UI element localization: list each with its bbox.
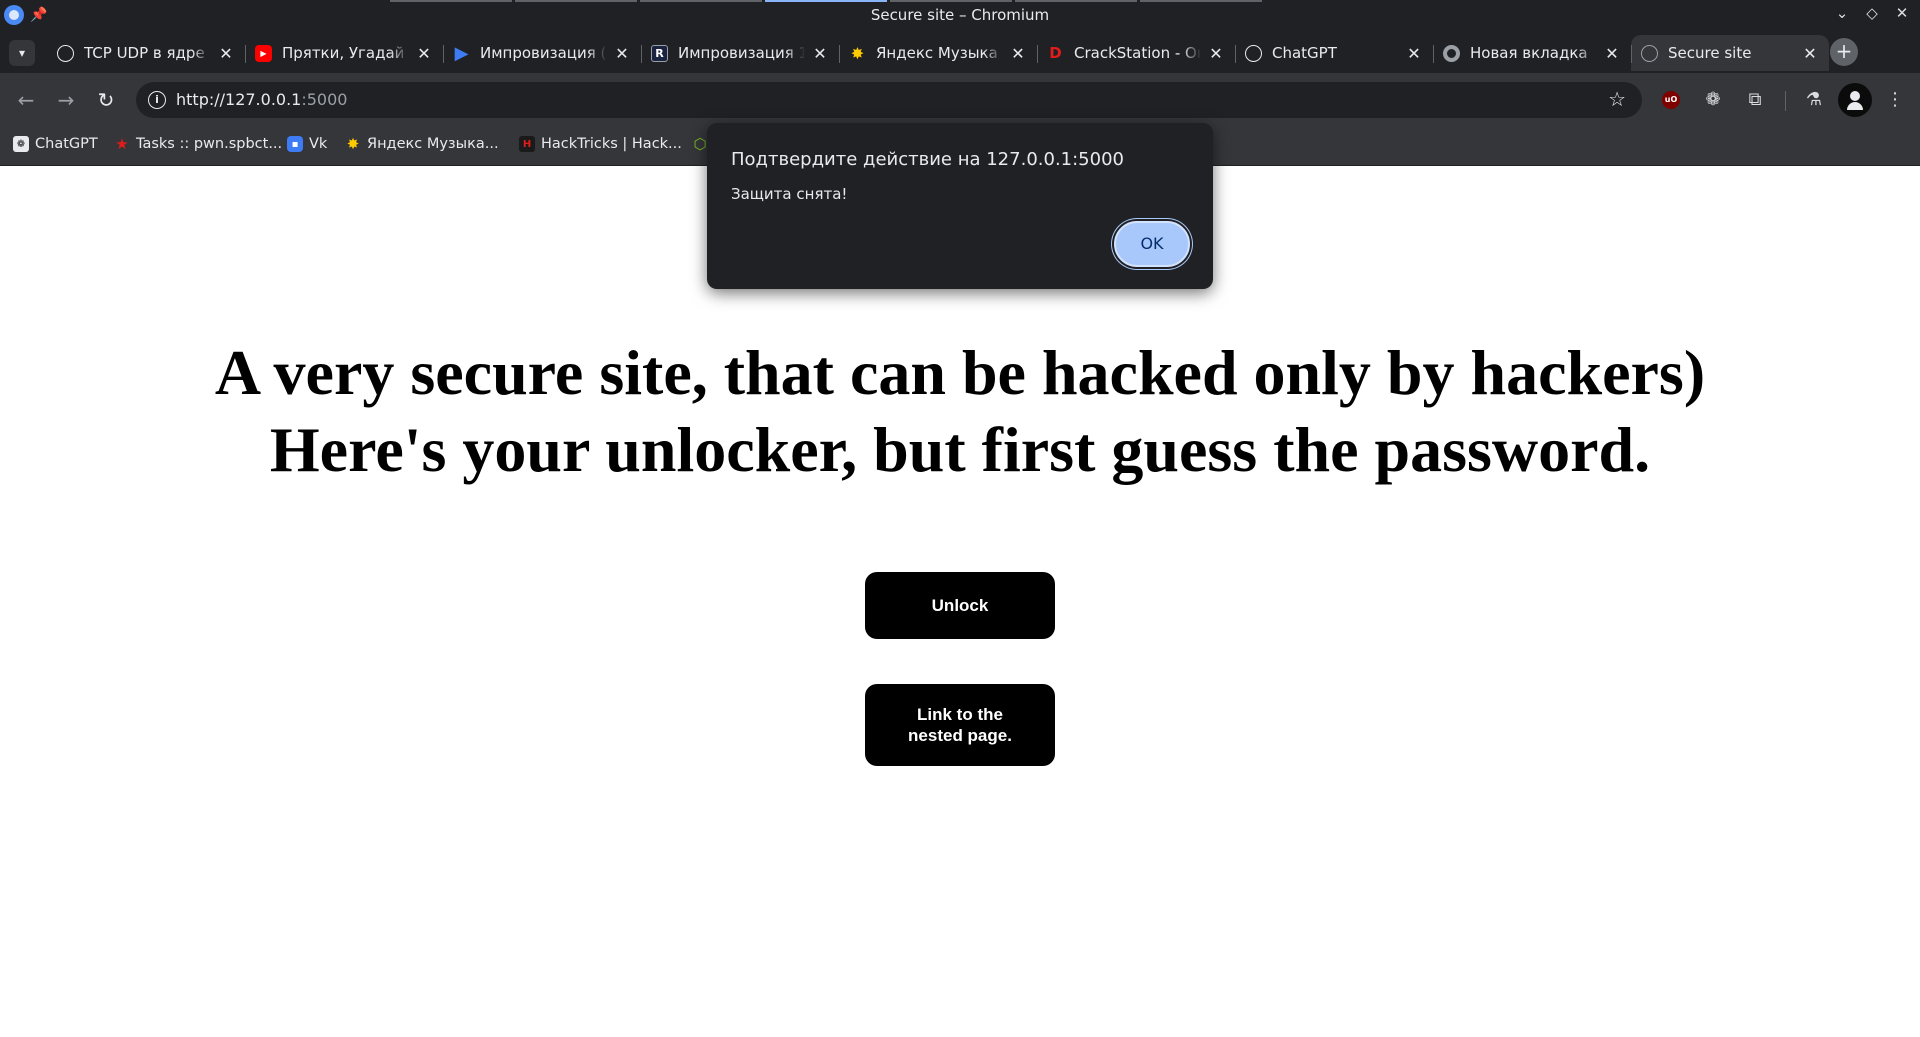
bookmark-vk[interactable]: ▪ Vk — [287, 136, 327, 152]
tab-crackstation[interactable]: D CrackStation - Onl ✕ — [1037, 35, 1235, 71]
tab-new-tab[interactable]: Новая вкладка ✕ — [1433, 35, 1631, 71]
star-icon: ★ — [115, 135, 129, 153]
toolbar-divider — [1785, 91, 1786, 111]
tab-label: Secure site — [1668, 44, 1752, 62]
bookmark-label: ChatGPT — [35, 136, 98, 152]
play-icon: ▶ — [454, 42, 469, 64]
youtube-icon: ▶ — [255, 44, 272, 62]
forward-arrow-icon[interactable]: → — [52, 86, 80, 114]
ublock-extension-icon[interactable]: uO — [1662, 91, 1680, 109]
chatgpt-icon: ❁ — [13, 136, 29, 152]
tab-search-button[interactable]: ▾ — [9, 40, 35, 66]
tab-label: Прятки, Угадай Э — [282, 44, 409, 62]
bookmark-label: HackTricks | Hack... — [541, 136, 682, 152]
close-tab-icon[interactable]: ✕ — [1603, 44, 1621, 63]
tab-label: Импровизация 1 — [678, 44, 805, 62]
r-icon: R — [651, 44, 668, 62]
window-title: Secure site – Chromium — [870, 6, 1050, 24]
close-tab-icon[interactable]: ✕ — [1207, 44, 1225, 63]
tab-label: TCP UDP в ядре Li — [84, 44, 211, 62]
site-info-icon[interactable]: i — [148, 91, 166, 109]
tab-label: Яндекс Музыка – — [876, 44, 1003, 62]
page-headline-line-1: A very secure site, that can be hacked o… — [214, 337, 1706, 408]
reload-icon[interactable]: ↻ — [92, 86, 120, 114]
page-headline-line-2: Here's your unlocker, but first guess th… — [269, 414, 1651, 485]
dialog-title: Подтвердите действие на 127.0.0.1:5000 — [731, 149, 1124, 170]
tab-chatgpt[interactable]: ChatGPT ✕ — [1235, 35, 1433, 71]
dialog-message: Защита снята! — [731, 185, 848, 203]
close-tab-icon[interactable]: ✕ — [613, 44, 631, 63]
browser-toolbar: ← → ↻ i http://127.0.0.1:5000 ☆ uO ❁ ⧉ ⚗… — [0, 73, 1920, 127]
bookmark-star-icon[interactable]: ☆ — [1608, 87, 1626, 111]
bookmark-label: Tasks :: pwn.spbct... — [136, 136, 283, 152]
back-arrow-icon[interactable]: ← — [12, 86, 40, 114]
close-tab-icon[interactable]: ✕ — [1801, 44, 1819, 63]
tab-improvisation-2[interactable]: R Импровизация 1 ✕ — [641, 35, 839, 71]
tab-label: ChatGPT — [1272, 44, 1337, 62]
minimize-icon[interactable]: ⌄ — [1832, 4, 1852, 22]
window-title-bar: 📌 Secure site – Chromium ⌄ ◇ ✕ — [0, 0, 1920, 31]
close-window-icon[interactable]: ✕ — [1892, 4, 1912, 22]
yandex-music-icon: ✸ — [346, 135, 360, 153]
new-tab-button[interactable]: + — [1830, 38, 1858, 66]
close-tab-icon[interactable]: ✕ — [217, 44, 235, 63]
tab-improvisation-1[interactable]: ▶ Импровизация ( ✕ — [443, 35, 641, 71]
bookmark-chatgpt[interactable]: ❁ ChatGPT — [13, 136, 98, 152]
address-bar[interactable]: i http://127.0.0.1:5000 ☆ — [136, 82, 1642, 118]
tab-strip-indicator — [390, 0, 1262, 2]
dialog-ok-button[interactable]: OK — [1114, 221, 1190, 267]
page-content: A very secure site, that can be hacked o… — [0, 166, 1920, 1037]
unlock-button[interactable]: Unlock — [865, 572, 1055, 639]
tab-yandex-music[interactable]: ✸ Яндекс Музыка – ✕ — [839, 35, 1037, 71]
nested-page-link-button[interactable]: Link to the nested page. — [865, 684, 1055, 766]
close-tab-icon[interactable]: ✕ — [415, 44, 433, 63]
close-tab-icon[interactable]: ✕ — [1009, 44, 1027, 63]
extensions-puzzle-icon[interactable]: ⧉ — [1742, 87, 1768, 113]
url-text[interactable]: http://127.0.0.1:5000 — [176, 90, 347, 109]
chrome-icon — [1443, 44, 1460, 62]
bookmark-hacktricks[interactable]: H HackTricks | Hack... — [519, 136, 682, 152]
chatgpt-icon — [57, 44, 74, 62]
alert-dialog: Подтвердите действие на 127.0.0.1:5000 З… — [707, 123, 1213, 289]
tab-label: CrackStation - Onl — [1074, 44, 1201, 62]
chat-icon: ▪ — [287, 136, 303, 152]
tab-label: Новая вкладка — [1470, 44, 1588, 62]
close-tab-icon[interactable]: ✕ — [1405, 44, 1423, 63]
close-tab-icon[interactable]: ✕ — [811, 44, 829, 63]
chatgpt-icon — [1245, 44, 1262, 62]
bookmark-label: Vk — [309, 136, 328, 152]
crackstation-icon: D — [1049, 44, 1062, 62]
yandex-music-icon: ✸ — [850, 43, 865, 63]
labs-flask-icon[interactable]: ⚗ — [1801, 87, 1827, 113]
openai-extension-icon[interactable]: ❁ — [1700, 87, 1726, 113]
tab-strip: ▾ TCP UDP в ядре Li ✕ ▶ Прятки, Угадай Э… — [0, 31, 1920, 73]
maximize-icon[interactable]: ◇ — [1862, 4, 1882, 22]
tab-label: Импровизация ( — [480, 44, 607, 62]
tab-secure-site[interactable]: Secure site ✕ — [1631, 35, 1829, 71]
tab-tcp-udp[interactable]: TCP UDP в ядре Li ✕ — [47, 35, 245, 71]
profile-avatar-icon[interactable] — [1838, 83, 1872, 117]
menu-kebab-icon[interactable]: ⋮ — [1882, 87, 1908, 113]
bookmark-tasks-pwn[interactable]: ★ Tasks :: pwn.spbct... — [114, 135, 283, 153]
bookmark-yandex-music[interactable]: ✸ Яндекс Музыка... — [345, 135, 499, 153]
cube-icon: ⬡ — [693, 135, 707, 153]
tab-youtube[interactable]: ▶ Прятки, Угадай Э ✕ — [245, 35, 443, 71]
hacktricks-icon: H — [519, 136, 535, 152]
globe-icon — [1641, 44, 1658, 62]
bookmark-label: Яндекс Музыка... — [367, 136, 499, 152]
